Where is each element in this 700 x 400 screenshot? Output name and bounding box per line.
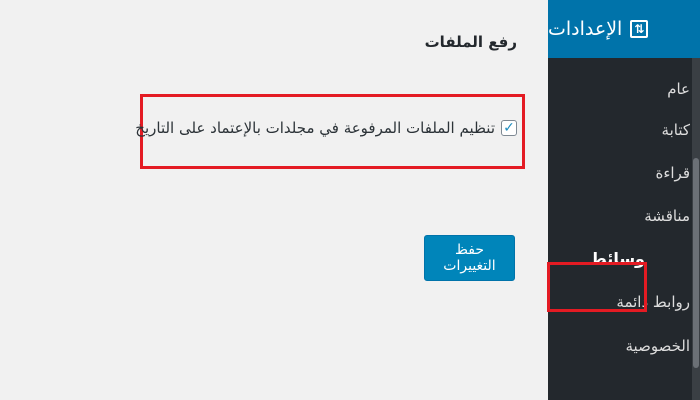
settings-sliders-icon: ⇅ <box>630 20 649 38</box>
sidebar-header-title: الإعدادات <box>548 18 623 40</box>
save-changes-button[interactable]: حفظ التغييرات <box>424 235 515 281</box>
sidebar-item-media[interactable]: وسائط <box>590 249 645 268</box>
sidebar-item-writing[interactable]: كتابة <box>662 121 690 139</box>
sidebar-item-permalinks[interactable]: روابط دائمة <box>616 293 690 311</box>
organize-uploads-checkbox[interactable]: ✓ <box>501 120 517 136</box>
organize-uploads-option[interactable]: ✓ تنظيم الملفات المرفوعة في مجلدات بالإع… <box>135 119 517 137</box>
sidebar-item-general[interactable]: عام <box>667 80 690 98</box>
admin-sidebar: ⇅ الإعدادات عام كتابة قراءة مناقشة وسائط… <box>548 0 700 400</box>
sidebar-item-discussion[interactable]: مناقشة <box>644 207 690 225</box>
sidebar-header-settings[interactable]: ⇅ الإعدادات <box>548 0 700 58</box>
sidebar-item-reading[interactable]: قراءة <box>655 164 690 182</box>
checkmark-icon: ✓ <box>503 120 515 136</box>
organize-uploads-label[interactable]: تنظيم الملفات المرفوعة في مجلدات بالإعتم… <box>135 119 495 137</box>
sidebar-item-privacy[interactable]: الخصوصية <box>626 337 690 355</box>
sidebar-scrollbar[interactable] <box>692 58 700 400</box>
sidebar-scroll-thumb[interactable] <box>693 158 699 368</box>
section-title: رفع الملفات <box>424 33 517 51</box>
